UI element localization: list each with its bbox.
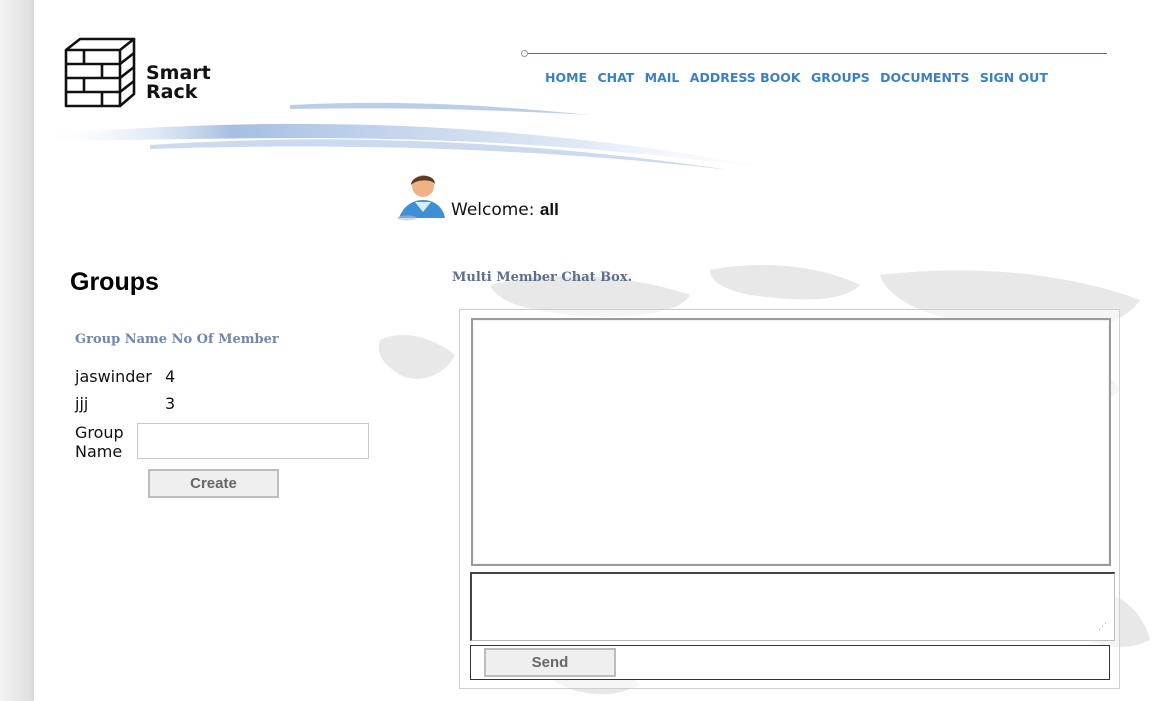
nav-address-book[interactable]: ADDRESS BOOK — [690, 70, 801, 85]
chat-message-input[interactable] — [470, 572, 1115, 641]
nav-groups[interactable]: GROUPS — [811, 70, 870, 85]
left-page-rail — [0, 0, 34, 701]
create-group-button[interactable]: Create — [148, 469, 279, 498]
group-name[interactable]: jjj — [75, 394, 165, 413]
resize-grip-icon[interactable]: ⋰ — [1098, 622, 1107, 632]
welcome-username: all — [539, 200, 559, 219]
welcome-label: Welcome: — [451, 200, 535, 220]
group-name-label-line2: Name — [75, 442, 123, 461]
groups-table-header: Group Name No Of Member — [75, 332, 279, 347]
smart-rack-logo[interactable]: Smart Rack — [62, 36, 252, 116]
col-member-count: No Of Member — [171, 332, 279, 347]
group-name-label: Group Name — [75, 423, 124, 461]
group-name-label-line1: Group — [75, 423, 124, 442]
nav-documents[interactable]: DOCUMENTS — [880, 70, 969, 85]
welcome-text: Welcome: all — [451, 200, 559, 220]
send-button[interactable]: Send — [484, 648, 616, 677]
group-member-count: 3 — [165, 394, 176, 413]
group-name[interactable]: jaswinder — [75, 367, 165, 386]
group-member-count: 4 — [165, 367, 176, 386]
group-row[interactable]: jaswinder 4 — [75, 367, 175, 386]
user-avatar-icon — [397, 175, 445, 221]
main-nav: HOME CHAT MAIL ADDRESS BOOK GROUPS DOCUM… — [545, 70, 1054, 85]
groups-heading: Groups — [70, 268, 159, 296]
nav-home[interactable]: HOME — [545, 70, 587, 85]
chat-box-title: Multi Member Chat Box. — [452, 270, 633, 285]
nav-divider — [521, 50, 1107, 57]
col-group-name: Group Name — [75, 332, 168, 347]
nav-chat[interactable]: CHAT — [597, 70, 634, 85]
logo-text: Smart Rack — [146, 64, 211, 102]
logo-rack-icon — [64, 37, 136, 108]
chat-message-log[interactable] — [471, 318, 1111, 566]
logo-line-2: Rack — [146, 81, 198, 103]
nav-mail[interactable]: MAIL — [645, 70, 680, 85]
nav-sign-out[interactable]: SIGN OUT — [980, 70, 1048, 85]
group-name-input[interactable] — [137, 423, 369, 459]
group-row[interactable]: jjj 3 — [75, 394, 175, 413]
